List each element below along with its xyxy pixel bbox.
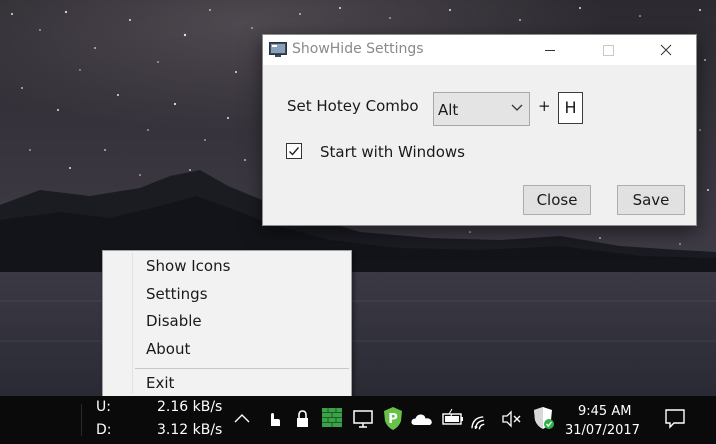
chevron-up-icon[interactable] [231, 406, 255, 432]
upload-speed: 2.16 kB/s [157, 399, 223, 415]
wifi-icon[interactable] [471, 406, 495, 432]
onedrive-cloud-icon[interactable] [410, 406, 434, 432]
startup-label[interactable]: Start with Windows [320, 143, 465, 161]
download-label: D: [96, 422, 112, 438]
checkmark-icon [289, 147, 300, 156]
maximize-button[interactable] [585, 35, 631, 65]
action-center-icon[interactable] [663, 406, 687, 432]
plus-sign: + [538, 97, 551, 115]
startup-checkbox[interactable] [286, 143, 302, 159]
app-monitor-icon [269, 42, 287, 57]
muted-speaker-icon[interactable] [500, 406, 524, 432]
menu-item-about[interactable]: About [146, 340, 190, 358]
taskbar-divider [81, 404, 82, 436]
menu-item-show-icons[interactable]: Show Icons [146, 257, 230, 275]
close-window-button[interactable] [643, 35, 689, 65]
upload-label: U: [96, 399, 111, 415]
modifier-select[interactable]: Alt [433, 92, 530, 126]
close-button[interactable]: Close [523, 185, 591, 215]
menu-separator [135, 368, 349, 369]
clock-time[interactable]: 9:45 AM [578, 404, 631, 419]
chevron-down-icon [511, 104, 523, 111]
menu-gutter [132, 253, 133, 394]
p-shield-icon[interactable]: P [381, 405, 405, 431]
modifier-value: Alt [438, 101, 459, 119]
settings-window: ShowHide Settings Set Hotey Combo Alt + … [262, 34, 697, 226]
window-title: ShowHide Settings [292, 41, 424, 57]
close-icon [660, 44, 672, 56]
hotkey-input[interactable]: H [558, 92, 583, 124]
save-button[interactable]: Save [617, 185, 685, 215]
menu-item-exit[interactable]: Exit [146, 374, 174, 392]
minimize-button[interactable] [527, 35, 573, 65]
title-bar[interactable]: ShowHide Settings [263, 35, 696, 65]
lock-icon[interactable] [291, 406, 315, 432]
tray-context-menu: Show Icons Settings Disable About Exit [102, 250, 352, 397]
touch-hand-icon[interactable] [262, 406, 286, 432]
hotkey-label: Set Hotey Combo [287, 97, 419, 115]
defender-shield-icon[interactable] [531, 405, 555, 431]
svg-text:P: P [388, 412, 398, 427]
download-speed: 3.12 kB/s [157, 422, 223, 438]
monitor-icon[interactable] [351, 406, 375, 432]
clock-date[interactable]: 31/07/2017 [565, 423, 640, 438]
maximize-icon [603, 45, 614, 56]
battery-icon[interactable] [441, 406, 465, 432]
menu-item-disable[interactable]: Disable [146, 312, 202, 330]
brick-icon[interactable] [320, 404, 344, 430]
menu-item-settings[interactable]: Settings [146, 285, 208, 303]
